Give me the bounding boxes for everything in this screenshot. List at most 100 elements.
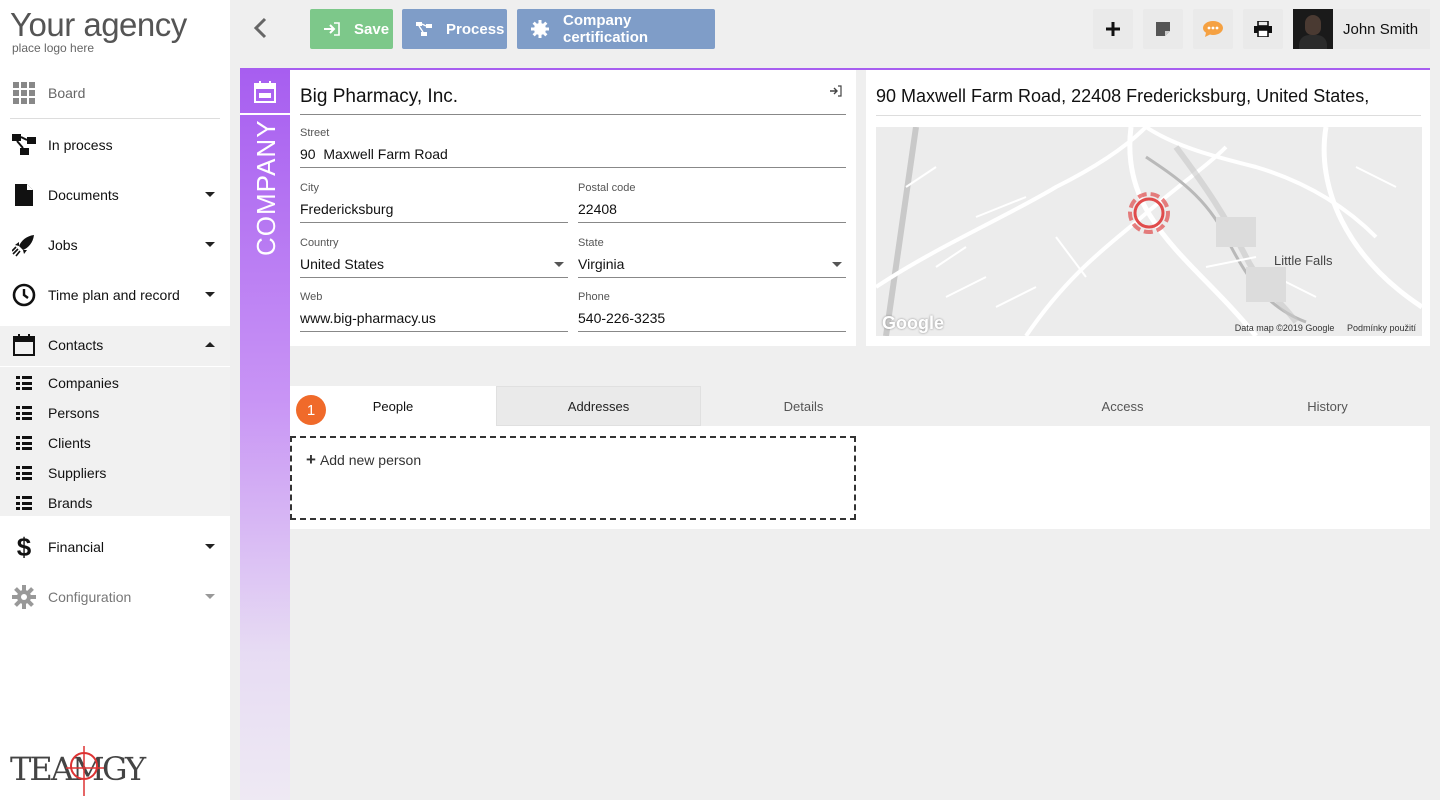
sidebar-item-in-process[interactable]: In process bbox=[0, 125, 230, 165]
tab-addresses[interactable]: Addresses bbox=[496, 386, 701, 426]
add-button[interactable] bbox=[1093, 9, 1133, 49]
map-address: 90 Maxwell Farm Road, 22408 Fredericksbu… bbox=[876, 86, 1421, 116]
list-icon bbox=[16, 466, 32, 480]
plus-icon: + bbox=[306, 450, 316, 469]
country-select[interactable]: Country United States bbox=[300, 237, 568, 278]
sidebar-item-documents[interactable]: Documents bbox=[0, 175, 230, 215]
country-value[interactable]: United States bbox=[300, 253, 568, 278]
company-certification-button[interactable]: Company certification bbox=[517, 9, 715, 49]
sidebar-item-label: In process bbox=[48, 137, 113, 153]
people-panel: + Add new person bbox=[290, 426, 1430, 529]
comments-button[interactable] bbox=[1193, 9, 1233, 49]
add-person-label-row: + Add new person bbox=[306, 450, 421, 470]
map-place-label: Little Falls bbox=[1274, 253, 1333, 268]
notes-button[interactable] bbox=[1143, 9, 1183, 49]
web-value[interactable]: www.big-pharmacy.us bbox=[300, 307, 568, 332]
chevron-down-icon bbox=[554, 262, 564, 267]
tab-label: Details bbox=[783, 398, 824, 414]
agency-logo[interactable]: Your agency place logo here bbox=[10, 6, 187, 55]
sidebar-item-label: Board bbox=[48, 85, 86, 101]
plus-icon bbox=[1106, 22, 1120, 36]
entity-calendar-icon bbox=[240, 70, 290, 115]
chevron-left-icon bbox=[253, 17, 267, 39]
process-icon bbox=[12, 133, 36, 157]
sidebar-item-label: Jobs bbox=[48, 237, 78, 253]
rocket-icon bbox=[12, 233, 36, 257]
clock-icon bbox=[12, 283, 36, 307]
postal-value[interactable]: 22408 bbox=[578, 198, 846, 223]
sidebar-subitem-clients[interactable]: Clients bbox=[0, 428, 230, 458]
add-person-label: Add new person bbox=[319, 452, 422, 468]
phone-label: Phone bbox=[578, 291, 610, 303]
teamogy-logo: TEAM GY bbox=[10, 744, 160, 799]
sidebar-item-label: Contacts bbox=[48, 337, 104, 353]
avatar bbox=[1293, 9, 1333, 49]
state-value[interactable]: Virginia bbox=[578, 253, 846, 278]
phone-value[interactable]: 540-226-3235 bbox=[578, 307, 846, 332]
tab-label: People bbox=[372, 398, 414, 414]
tab-details[interactable]: Details bbox=[701, 386, 906, 426]
document-icon bbox=[12, 183, 36, 207]
sidebar-item-label: Time plan and record bbox=[48, 287, 180, 303]
street-field[interactable]: Street 90 Maxwell Farm Road bbox=[300, 127, 846, 168]
chevron-down-icon bbox=[205, 594, 215, 599]
list-icon bbox=[16, 436, 32, 450]
sidebar-subitem-persons[interactable]: Persons bbox=[0, 398, 230, 428]
tab-people[interactable]: 1 People bbox=[290, 386, 496, 426]
web-field[interactable]: Web www.big-pharmacy.us bbox=[300, 291, 568, 332]
country-text: United States bbox=[300, 256, 385, 272]
sidebar-item-jobs[interactable]: Jobs bbox=[0, 225, 230, 265]
phone-field[interactable]: Phone 540-226-3235 bbox=[578, 291, 846, 332]
sidebar-item-label: Documents bbox=[48, 187, 119, 203]
web-label: Web bbox=[300, 291, 323, 303]
grid-icon bbox=[12, 81, 36, 105]
process-icon bbox=[416, 22, 432, 36]
save-button[interactable]: Save bbox=[310, 9, 393, 49]
map-view[interactable]: Little Falls Google Data map ©2019 Googl… bbox=[876, 127, 1422, 336]
add-person-button[interactable]: + Add new person bbox=[290, 436, 856, 520]
sign-in-icon bbox=[324, 22, 340, 36]
map-data-credit: Data map ©2019 Google bbox=[1234, 323, 1335, 333]
sidebar: Your agency place logo here Board In pro… bbox=[0, 0, 230, 800]
city-label: City bbox=[300, 182, 319, 194]
logo-title: Your agency bbox=[10, 6, 187, 43]
subitem-label: Clients bbox=[48, 435, 91, 451]
collapse-sidebar-button[interactable] bbox=[250, 16, 270, 40]
country-label: Country bbox=[300, 237, 339, 249]
sidebar-subitem-brands[interactable]: Brands bbox=[0, 488, 230, 518]
sidebar-item-time-plan[interactable]: Time plan and record bbox=[0, 275, 230, 315]
process-button[interactable]: Process bbox=[402, 9, 507, 49]
subitem-label: Persons bbox=[48, 405, 100, 421]
state-select[interactable]: State Virginia bbox=[578, 237, 846, 278]
sign-in-icon[interactable] bbox=[830, 84, 842, 100]
list-icon bbox=[16, 406, 32, 420]
svg-text:GY: GY bbox=[102, 750, 147, 788]
sidebar-item-board[interactable]: Board bbox=[0, 73, 230, 113]
sticky-note-icon bbox=[1156, 22, 1170, 36]
tab-access[interactable]: Access bbox=[1020, 386, 1225, 426]
city-field[interactable]: City Fredericksburg bbox=[300, 182, 568, 223]
print-icon bbox=[1254, 21, 1272, 37]
user-menu[interactable]: John Smith bbox=[1293, 9, 1430, 49]
street-value[interactable]: 90 Maxwell Farm Road bbox=[300, 143, 846, 168]
google-logo: Google bbox=[882, 313, 944, 333]
sidebar-item-contacts[interactable]: Contacts bbox=[0, 325, 230, 365]
print-button[interactable] bbox=[1243, 9, 1283, 49]
postal-code-field[interactable]: Postal code 22408 bbox=[578, 182, 846, 223]
sidebar-item-configuration[interactable]: Configuration bbox=[0, 577, 230, 617]
sidebar-subitem-companies[interactable]: Companies bbox=[0, 368, 230, 398]
subitem-label: Brands bbox=[48, 495, 93, 511]
dollar-icon: $ bbox=[16, 532, 32, 562]
street-label: Street bbox=[300, 127, 330, 139]
save-label: Save bbox=[354, 20, 390, 38]
company-name-field[interactable]: Big Pharmacy, Inc. bbox=[300, 86, 846, 115]
svg-text:TEAM: TEAM bbox=[10, 750, 104, 788]
sidebar-item-financial[interactable]: $ Financial bbox=[0, 527, 230, 567]
sidebar-item-label: Financial bbox=[48, 539, 105, 555]
chevron-down-icon bbox=[205, 544, 215, 549]
people-count-badge: 1 bbox=[296, 395, 326, 425]
tab-history[interactable]: History bbox=[1225, 386, 1430, 426]
city-value[interactable]: Fredericksburg bbox=[300, 198, 568, 223]
map-terms-link[interactable]: Podmínky použití bbox=[1347, 323, 1416, 333]
sidebar-subitem-suppliers[interactable]: Suppliers bbox=[0, 458, 230, 488]
